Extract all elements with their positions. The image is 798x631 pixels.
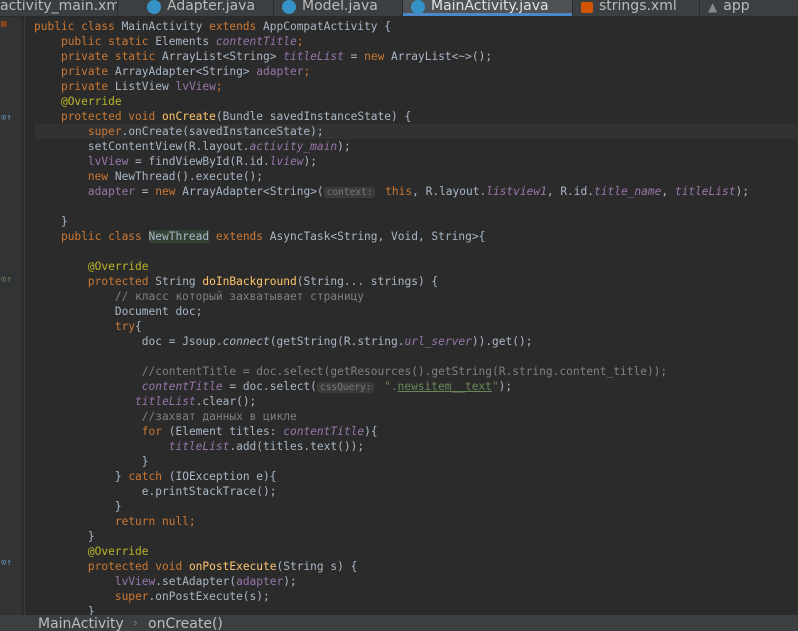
code-line: public class MainActivity extends AppCom… bbox=[34, 20, 391, 33]
editor-gutter: ▤ ⊙↑ ⊙↑ ⊙↑ bbox=[0, 17, 22, 615]
tab-label: Model.java bbox=[302, 0, 378, 14]
fold-guide bbox=[24, 17, 25, 615]
code-line: public static Elements contentTitle; bbox=[60, 35, 304, 48]
xml-file-icon bbox=[581, 1, 593, 13]
breadcrumb-separator: › bbox=[133, 616, 138, 630]
code-line: adapter = new ArrayAdapter<String>(conte… bbox=[87, 185, 749, 198]
code-line: // класс который захватывает страницу bbox=[114, 290, 365, 303]
parameter-hint: context: bbox=[323, 187, 376, 198]
tab-activity-main-xml[interactable]: activity_main.xml bbox=[0, 0, 118, 16]
code-line: for (Element titles: contentTitle){ bbox=[141, 425, 378, 438]
code-line: } bbox=[87, 530, 95, 543]
code-line: private ArrayAdapter<String> adapter; bbox=[60, 65, 311, 78]
code-line: try{ bbox=[114, 320, 142, 333]
code-line: lvView = findViewById(R.id.lview); bbox=[87, 155, 317, 168]
code-line: } bbox=[60, 215, 68, 228]
code-line: doc = Jsoup.connect(getString(R.string.u… bbox=[141, 335, 533, 348]
breadcrumb: MainActivity › onCreate() bbox=[0, 615, 798, 631]
code-line: } catch (IOException e){ bbox=[114, 470, 277, 483]
code-line: new NewThread().execute(); bbox=[87, 170, 264, 183]
code-line: titleList.add(titles.text()); bbox=[168, 440, 365, 453]
code-line: return null; bbox=[114, 515, 196, 528]
xml-file-icon[interactable]: ▤ bbox=[1, 19, 6, 29]
code-line: protected void onCreate(Bundle savedInst… bbox=[60, 110, 412, 123]
code-line: titleList.clear(); bbox=[135, 395, 257, 408]
code-line: lvView.setAdapter(adapter); bbox=[114, 575, 297, 588]
override-icon[interactable]: ⊙↑ bbox=[1, 275, 12, 285]
code-line: Document doc; bbox=[114, 305, 203, 318]
breadcrumb-method[interactable]: onCreate() bbox=[148, 616, 223, 631]
code-line: //contentTitle = doc.select(getResources… bbox=[141, 365, 668, 378]
tab-strings-xml[interactable]: strings.xml bbox=[573, 0, 700, 16]
code-line: setContentView(R.layout.activity_main); bbox=[87, 140, 351, 153]
code-editor[interactable]: public class MainActivity extends AppCom… bbox=[22, 17, 798, 615]
class-icon bbox=[282, 0, 296, 14]
override-icon[interactable]: ⊙↑ bbox=[1, 558, 12, 568]
override-icon[interactable]: ⊙↑ bbox=[1, 113, 12, 123]
gradle-app-icon: ▲ bbox=[708, 0, 718, 14]
tab-mainactivity-java[interactable]: MainActivity.java bbox=[403, 0, 573, 16]
tab-adapter-java[interactable]: Adapter.java bbox=[139, 0, 274, 16]
code-line: private static ArrayList<String> titleLi… bbox=[60, 50, 493, 63]
class-icon bbox=[147, 0, 161, 14]
code-line: super.onPostExecute(s); bbox=[114, 590, 270, 603]
tab-label: activity_main.xml bbox=[0, 0, 118, 14]
editor-tab-bar: activity_main.xml Adapter.java Model.jav… bbox=[0, 0, 798, 17]
class-icon bbox=[411, 0, 425, 14]
code-line: //захват данных в цикле bbox=[141, 410, 297, 423]
code-line: @Override bbox=[60, 95, 122, 108]
tab-label: MainActivity.java bbox=[431, 0, 549, 14]
tab-label: app bbox=[723, 0, 750, 14]
code-line: e.printStackTrace(); bbox=[141, 485, 277, 498]
code-line: } bbox=[141, 455, 149, 468]
tab-app[interactable]: ▲ app bbox=[700, 0, 798, 16]
code-line-current: super.onCreate(savedInstanceState); bbox=[34, 124, 798, 139]
code-line: } bbox=[87, 605, 95, 615]
tab-label: Adapter.java bbox=[167, 0, 256, 14]
code-line: @Override bbox=[87, 260, 149, 273]
parameter-hint: cssQuery: bbox=[316, 382, 375, 393]
code-line: protected void onPostExecute(String s) { bbox=[87, 560, 358, 573]
code-line: contentTitle = doc.select(cssQuery: ".ne… bbox=[141, 380, 513, 393]
tab-model-java[interactable]: Model.java bbox=[274, 0, 403, 16]
code-line: public class NewThread extends AsyncTask… bbox=[60, 230, 486, 243]
breadcrumb-class[interactable]: MainActivity bbox=[38, 616, 124, 631]
code-line: @Override bbox=[87, 545, 149, 558]
code-line: } bbox=[114, 500, 122, 513]
tab-label: strings.xml bbox=[599, 0, 677, 14]
code-line: protected String doInBackground(String..… bbox=[87, 275, 439, 288]
code-line: private ListView lvView; bbox=[60, 80, 223, 93]
